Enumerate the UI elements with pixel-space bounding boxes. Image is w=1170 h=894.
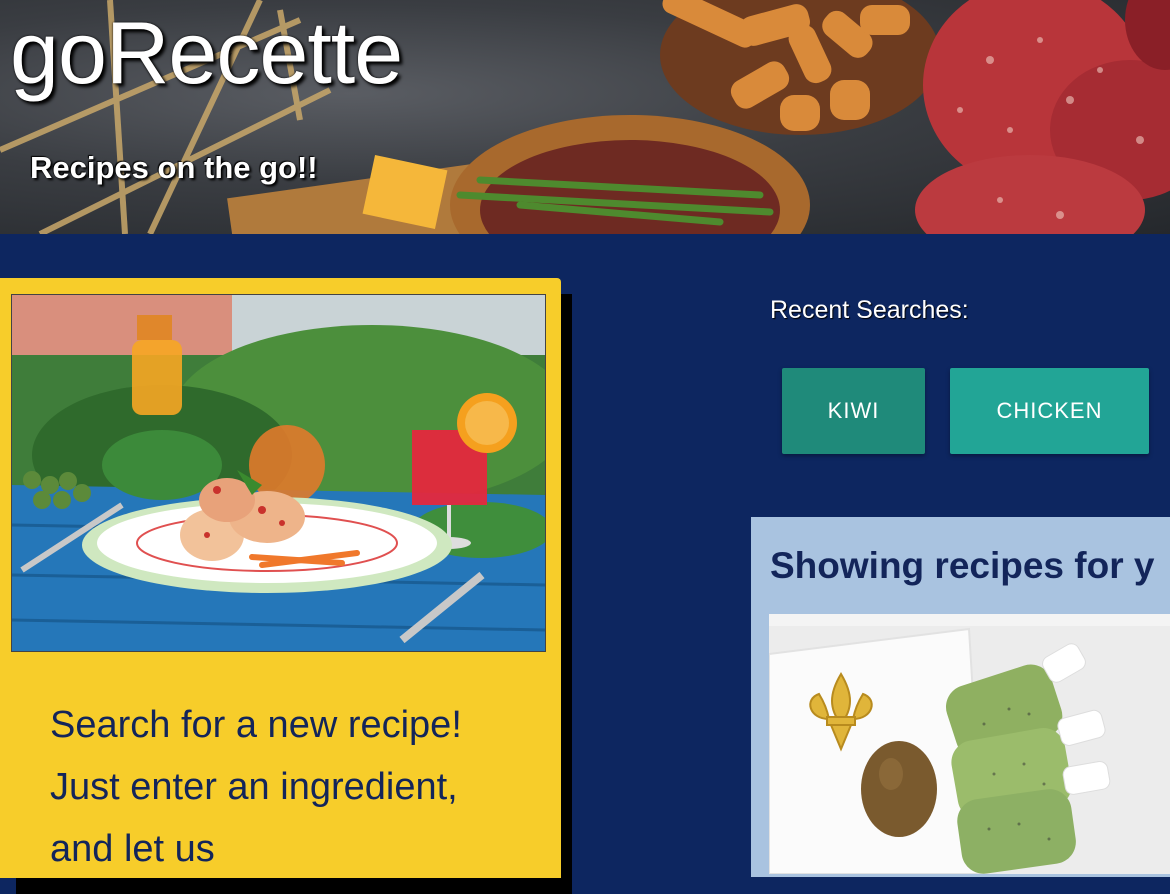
search-intro-text: Search for a new recipe! Just enter an i…: [50, 704, 462, 870]
search-card-image: [11, 294, 546, 652]
results-panel: Showing recipes for y: [751, 517, 1170, 877]
results-heading: Showing recipes for y: [770, 545, 1155, 586]
recent-searches-label: Recent Searches:: [770, 296, 969, 324]
search-card: Search for a new recipe! Just enter an i…: [0, 278, 561, 878]
site-tagline: Recipes on the go!!: [30, 150, 318, 185]
hero-food-photo: [12, 295, 545, 651]
site-header: goRecette Recipes on the go!!: [0, 0, 1170, 234]
recent-search-chicken-button[interactable]: CHICKEN: [950, 368, 1149, 454]
recipe-card[interactable]: [769, 614, 1170, 874]
recipe-card-image: [769, 614, 1170, 874]
site-logo-title[interactable]: goRecette: [10, 2, 403, 104]
recent-search-kiwi-button[interactable]: KIWI: [782, 368, 925, 454]
